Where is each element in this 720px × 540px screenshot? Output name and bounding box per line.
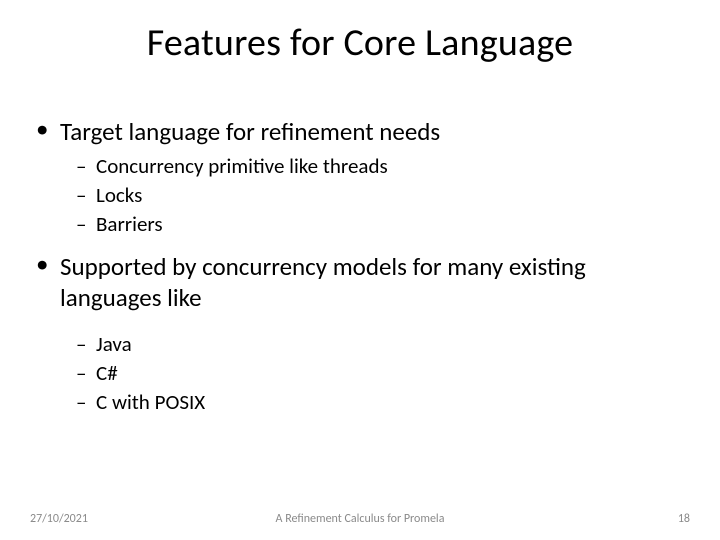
bullet-level2: C with POSIX (36, 389, 684, 415)
slide: Features for Core Language Target langua… (0, 0, 720, 540)
footer-title: A Refinement Calculus for Promela (0, 512, 720, 526)
bullet-level1: Target language for refinement needs (36, 116, 684, 147)
slide-title: Features for Core Language (0, 20, 720, 66)
footer-page-number: 18 (678, 512, 690, 526)
bullet-level2: C# (36, 360, 684, 386)
slide-body: Target language for refinement needs Con… (36, 106, 684, 418)
bullet-level2: Barriers (36, 211, 684, 237)
bullet-level2: Java (36, 331, 684, 357)
bullet-level2: Locks (36, 182, 684, 208)
bullet-level1: Supported by concurrency models for many… (36, 251, 684, 313)
bullet-level2: Concurrency primitive like threads (36, 153, 684, 179)
